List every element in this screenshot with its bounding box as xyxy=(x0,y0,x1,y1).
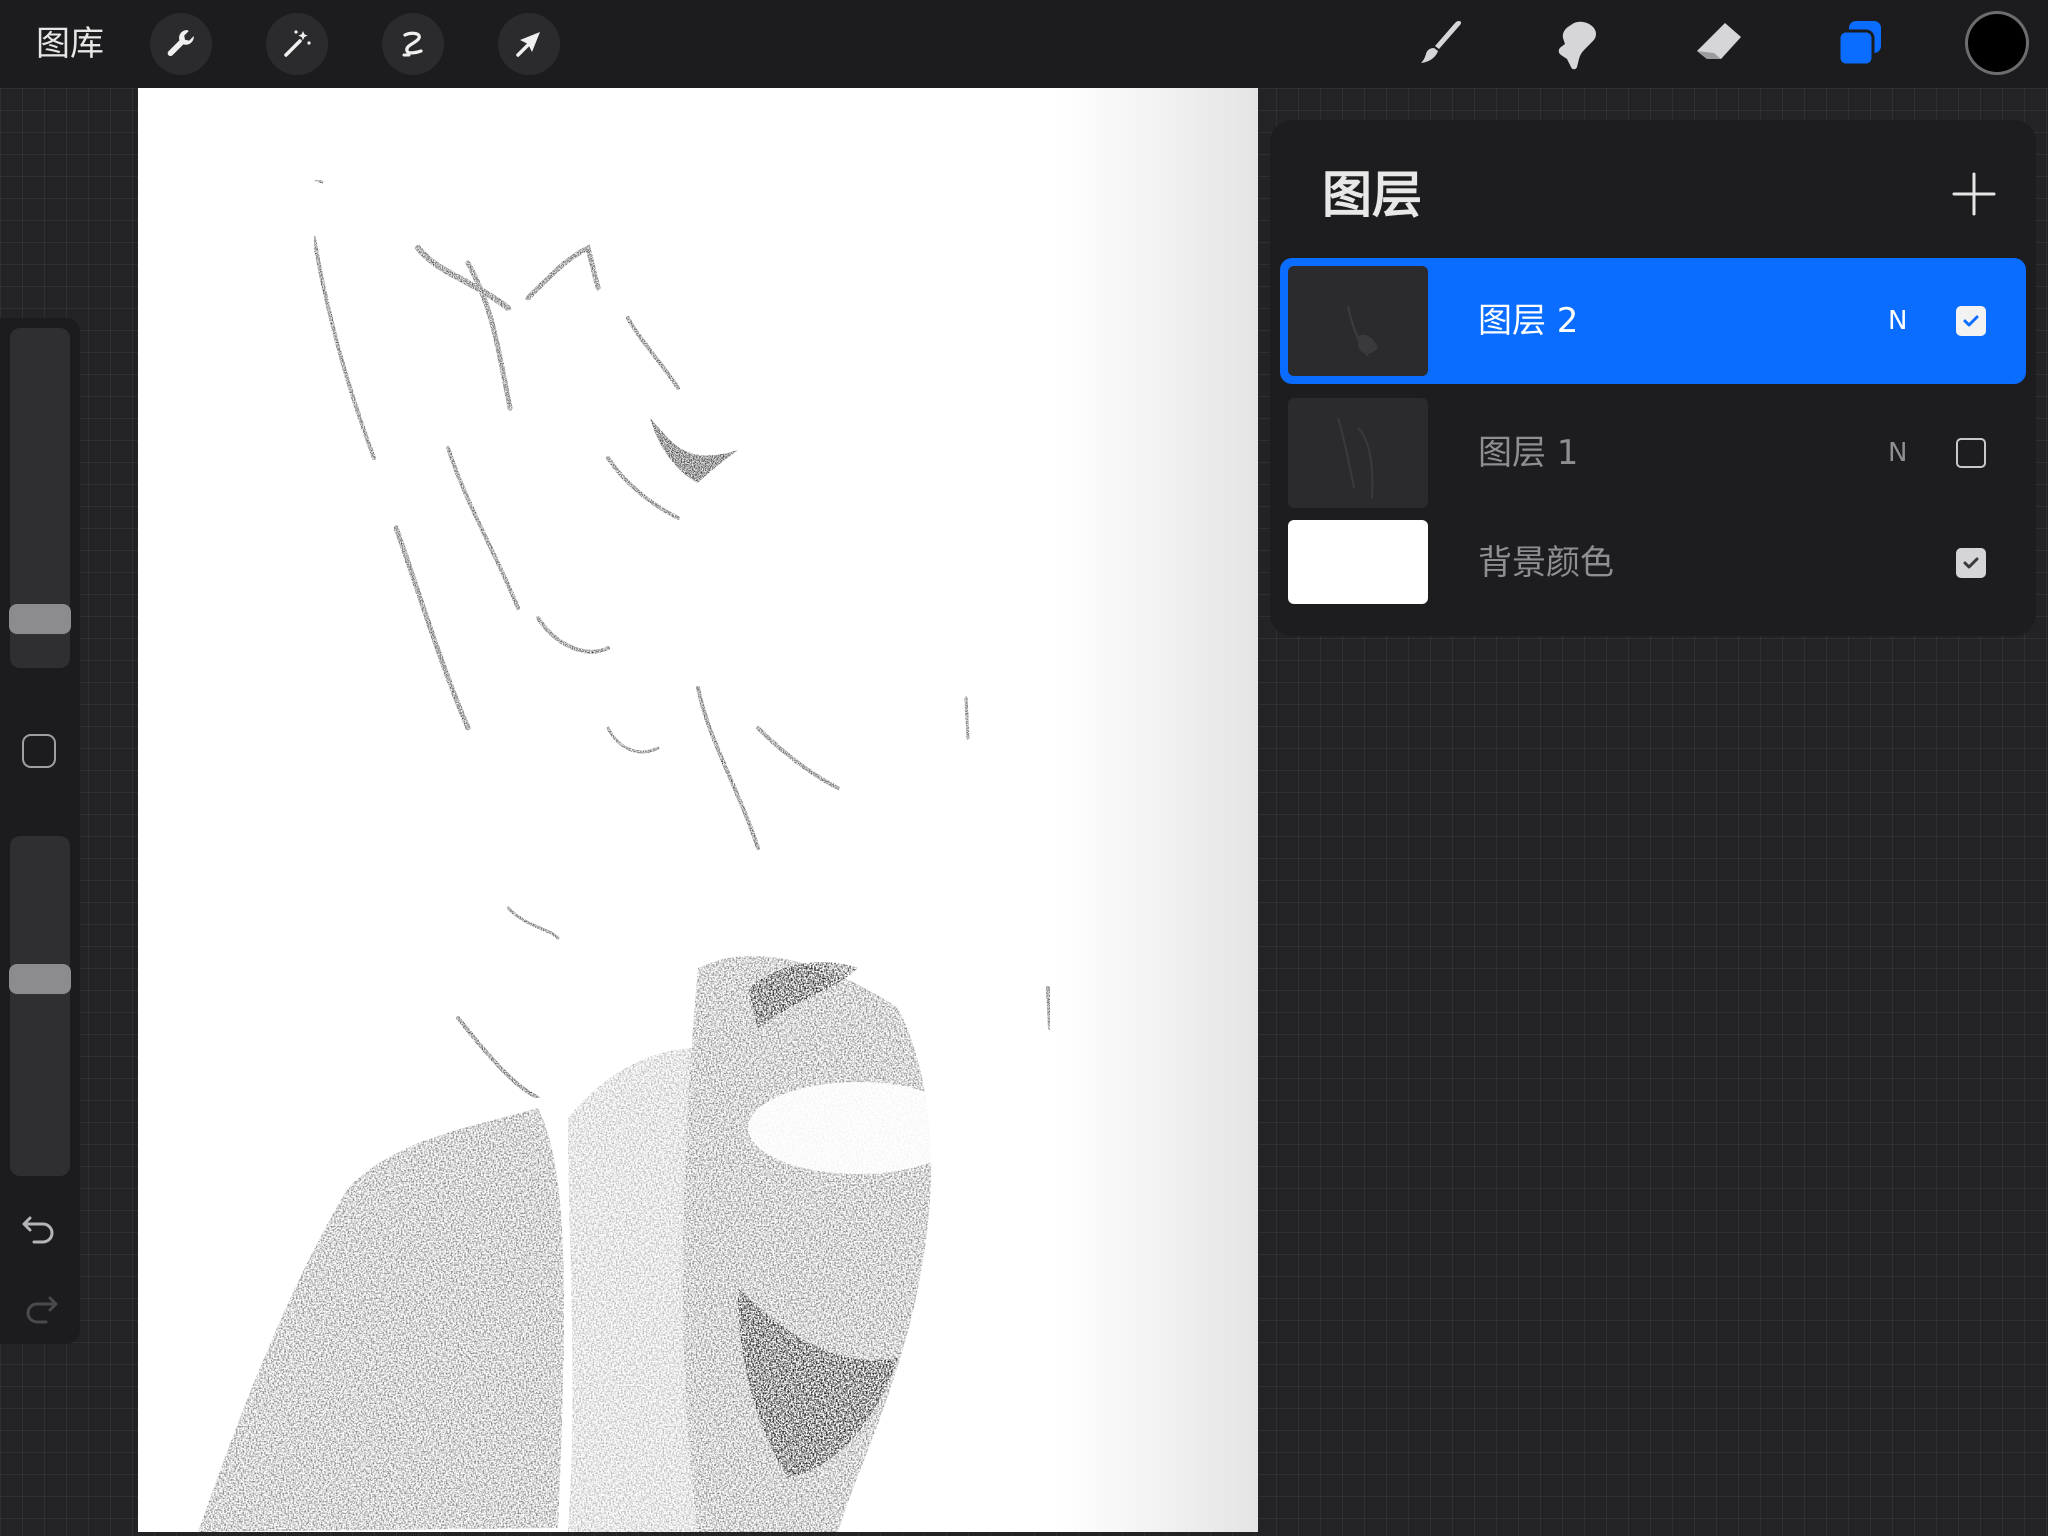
smudge-tool[interactable] xyxy=(1548,14,1608,74)
layer-name: 背景颜色 xyxy=(1478,543,1614,583)
layer-name: 图层 2 xyxy=(1478,301,1579,341)
layer-row-1[interactable]: 图层 1 N xyxy=(1280,390,2026,516)
selection-icon xyxy=(402,31,423,57)
eraser-tool[interactable] xyxy=(1688,14,1748,74)
drawing-canvas[interactable] xyxy=(138,88,1258,1532)
opacity-thumb[interactable] xyxy=(9,964,71,994)
check-icon xyxy=(1963,557,1979,569)
layer-row-background[interactable]: 背景颜色 xyxy=(1280,512,2026,638)
adjustments-button[interactable] xyxy=(266,13,328,75)
magic-wand-icon xyxy=(284,30,311,57)
modify-button-icon[interactable] xyxy=(22,734,56,768)
visibility-checkbox[interactable] xyxy=(1956,438,1986,468)
selection-button[interactable] xyxy=(382,13,444,75)
transform-arrow-icon xyxy=(516,32,540,57)
transform-button[interactable] xyxy=(498,13,560,75)
layer-thumbnail xyxy=(1288,398,1428,508)
blend-mode-button[interactable]: N xyxy=(1888,436,1907,470)
layer-name: 图层 1 xyxy=(1478,433,1579,473)
brush-size-slider[interactable] xyxy=(9,328,71,668)
layers-button[interactable] xyxy=(1830,14,1890,74)
layer-1-thumbnail-art xyxy=(1337,417,1374,499)
plus-icon[interactable] xyxy=(1944,164,2004,224)
sketch-artwork xyxy=(198,178,1052,1532)
eraser-icon xyxy=(1697,23,1741,59)
left-sidebar xyxy=(0,318,80,1344)
redo-icon[interactable] xyxy=(18,1288,62,1332)
brush-icon xyxy=(1421,21,1462,63)
layer-thumbnail xyxy=(1288,266,1428,376)
smudge-icon xyxy=(1558,21,1596,70)
top-toolbar: 图库 xyxy=(0,0,2048,88)
layers-panel: 图层 图层 2 N 图层 1 N 背景颜色 xyxy=(1270,120,2036,636)
brush-size-thumb[interactable] xyxy=(9,604,71,634)
brush-tool[interactable] xyxy=(1410,14,1470,74)
visibility-checkbox[interactable] xyxy=(1956,306,1986,336)
check-icon xyxy=(1963,315,1979,327)
layers-icon xyxy=(1837,21,1881,67)
actions-button[interactable] xyxy=(150,13,212,75)
wrench-icon xyxy=(167,30,194,57)
panel-title: 图层 xyxy=(1322,166,1422,224)
layer-row-2[interactable]: 图层 2 N xyxy=(1280,258,2026,384)
blend-mode-button[interactable]: N xyxy=(1888,304,1907,338)
undo-icon[interactable] xyxy=(18,1208,62,1252)
layer-2-thumbnail-art xyxy=(1347,305,1378,357)
color-picker-button[interactable] xyxy=(1968,14,2026,72)
visibility-checkbox[interactable] xyxy=(1956,548,1986,578)
gallery-button[interactable]: 图库 xyxy=(36,22,104,66)
opacity-slider[interactable] xyxy=(9,836,71,1176)
background-color-thumbnail xyxy=(1288,520,1428,604)
